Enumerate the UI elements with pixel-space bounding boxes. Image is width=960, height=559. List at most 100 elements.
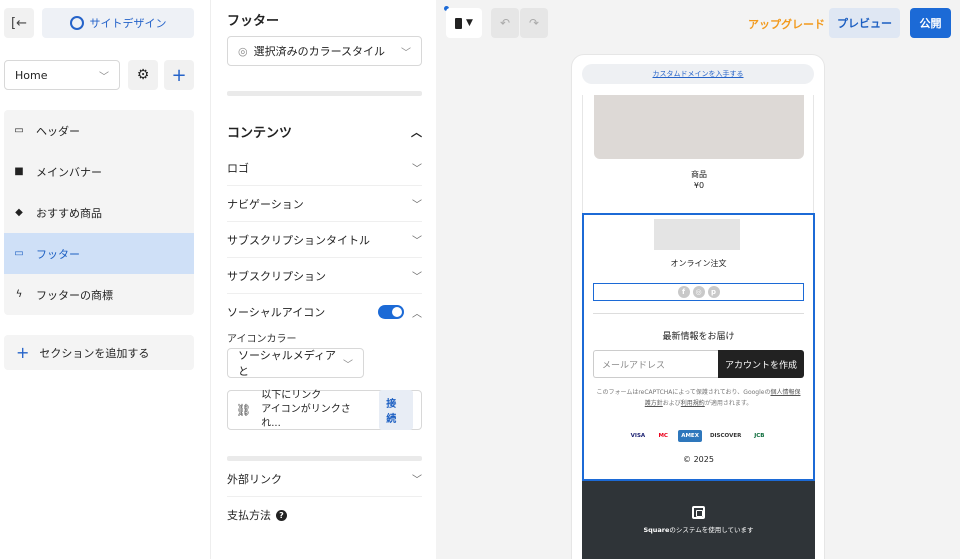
square-trademark-bar[interactable]: Squareのシステムを使用しています	[582, 481, 815, 559]
redo-button[interactable]: ↷	[520, 8, 548, 38]
link-box-text: 以下にリンク アイコンがリンクされ...	[261, 389, 369, 431]
sidebar-item-label: ヘッダー	[36, 124, 80, 138]
logo-placeholder[interactable]	[654, 219, 740, 250]
color-style-select[interactable]: ◎ 選択済みのカラースタイル ﹀	[227, 36, 422, 66]
online-order-link[interactable]: オンライン注文	[584, 258, 813, 269]
accordion-subscription[interactable]: サブスクリプション ﹀	[227, 258, 422, 294]
square-logo-icon	[692, 506, 705, 519]
settings-panel: フッター ◎ 選択済みのカラースタイル ﹀ コンテンツ ︿ ロゴ ﹀ ナビゲーシ…	[210, 0, 436, 559]
contents-heading: コンテンツ	[227, 126, 293, 141]
custom-domain-link[interactable]: カスタムドメインを入手する	[582, 64, 814, 84]
chevron-up-icon: ︿	[411, 125, 422, 139]
preview-button[interactable]: プレビュー	[829, 8, 900, 38]
product-name: 商品	[691, 170, 707, 179]
chevron-down-icon: ﹀	[412, 164, 422, 175]
accordion-label: ソーシャルアイコン	[227, 306, 326, 319]
page-select[interactable]: Home ﹀	[4, 60, 120, 90]
contents-accordion-header[interactable]: コンテンツ ︿	[227, 122, 422, 142]
copyright: © 2025	[683, 455, 714, 464]
instagram-icon[interactable]: ◎	[692, 286, 705, 298]
palette-icon: ◎	[238, 44, 248, 58]
add-page-button[interactable]: +	[164, 60, 194, 90]
sidebar-item-label: フッター	[36, 247, 80, 261]
chevron-down-icon: ﹀	[412, 200, 422, 211]
sidebar-item-featured-products[interactable]: ◆ おすすめ商品	[4, 192, 194, 233]
social-icons-block[interactable]: f ◎ p	[593, 283, 804, 301]
footer-section-selected[interactable]: オンライン注文 f ◎ p 最新情報をお届け メールアドレス アカウントを作成 …	[582, 213, 815, 481]
exit-panel-icon: [←	[11, 15, 27, 31]
accordion-label: サブスクリプション	[227, 269, 326, 283]
panel-title: フッター	[227, 14, 280, 29]
pinterest-icon[interactable]: p	[707, 286, 720, 298]
discover-icon: DISCOVER	[709, 433, 742, 439]
mobile-preview: カスタムドメインを入手する 商品 ¥0 オンライン注文 f ◎ p 最新情報をお…	[572, 55, 824, 559]
header-icon: ▭	[14, 125, 24, 136]
page-select-value: Home	[15, 68, 48, 82]
exit-panel-button[interactable]: [←	[4, 8, 34, 38]
email-field[interactable]: メールアドレス	[593, 350, 718, 378]
redo-icon: ↷	[528, 16, 540, 30]
icon-color-value: ソーシャルメディアと	[238, 349, 337, 378]
amex-icon: AMEX	[678, 430, 702, 442]
terms-link[interactable]: 利用規約	[681, 400, 705, 407]
undo-button[interactable]: ↶	[491, 8, 519, 38]
chevron-down-icon: ﹀	[412, 475, 422, 486]
bookmark-icon: ■	[14, 166, 24, 177]
accordion-external-links[interactable]: 外部リンク ﹀	[227, 461, 422, 497]
product-card[interactable]: 商品 ¥0	[582, 95, 814, 213]
square-suffix: のシステムを使用しています	[669, 526, 754, 534]
connect-button[interactable]: 接続	[379, 390, 413, 430]
device-select[interactable]: ▼	[446, 8, 482, 38]
link-icon: ⛓	[236, 403, 252, 417]
plus-icon: +	[171, 64, 187, 86]
section-divider	[227, 91, 422, 96]
accordion-social-icons[interactable]: ソーシャルアイコン ︿	[227, 294, 422, 330]
footer-icon: ▭	[14, 248, 24, 259]
accordion-label: ロゴ	[227, 161, 249, 175]
tag-icon: ◆	[15, 207, 23, 218]
icon-color-select[interactable]: ソーシャルメディアと ﹀	[227, 348, 364, 378]
accordion-label: ナビゲーション	[227, 197, 304, 211]
sidebar-item-footer[interactable]: ▭ フッター	[4, 233, 194, 274]
palette-icon	[69, 16, 84, 30]
accordion-label: 支払方法	[227, 509, 271, 522]
chevron-down-icon: ﹀	[99, 71, 109, 83]
accordion-label: サブスクリプションタイトル	[227, 233, 370, 247]
sidebar-item-label: メインバナー	[36, 165, 102, 179]
undo-icon: ↶	[499, 16, 511, 30]
gear-icon: ⚙	[136, 67, 150, 83]
section-list: ▭ ヘッダー ■ メインバナー ◆ おすすめ商品 ▭ フッター ϟ フッターの商…	[4, 110, 194, 315]
add-section-button[interactable]: + セクションを追加する	[4, 335, 194, 370]
create-account-button[interactable]: アカウントを作成	[718, 350, 804, 378]
social-link-box: ⛓ 以下にリンク アイコンがリンクされ... 接続	[227, 390, 422, 430]
sidebar-item-header[interactable]: ▭ ヘッダー	[4, 110, 194, 151]
footer-divider	[593, 313, 804, 314]
accordion-logo[interactable]: ロゴ ﹀	[227, 150, 422, 186]
upgrade-link[interactable]: アップグレード	[748, 16, 825, 32]
link-box-line2: アイコンがリンクされ...	[261, 404, 351, 429]
sidebar-item-main-banner[interactable]: ■ メインバナー	[4, 151, 194, 192]
newsletter-title: 最新情報をお届け	[662, 332, 735, 342]
square-trademark-text: Squareのシステムを使用しています	[643, 524, 753, 534]
chevron-down-icon: ﹀	[401, 47, 411, 59]
accordion-payment-methods[interactable]: 支払方法 ?	[227, 497, 422, 533]
accordion-navigation[interactable]: ナビゲーション ﹀	[227, 186, 422, 222]
accordion-subscription-title[interactable]: サブスクリプションタイトル ﹀	[227, 222, 422, 258]
chevron-down-icon: ﹀	[343, 359, 353, 371]
jcb-icon: JCB	[754, 433, 765, 439]
sidebar-item-label: おすすめ商品	[36, 206, 102, 220]
help-icon[interactable]: ?	[276, 509, 287, 521]
recaptcha-text-2: および	[662, 400, 681, 407]
sidebar-item-footer-trademark[interactable]: ϟ フッターの商標	[4, 274, 194, 315]
mobile-device-icon	[455, 17, 463, 29]
social-controls: ︿	[378, 305, 422, 320]
facebook-icon[interactable]: f	[677, 286, 690, 298]
page-settings-button[interactable]: ⚙	[128, 60, 158, 90]
add-section-label: セクションを追加する	[39, 346, 150, 360]
publish-button[interactable]: 公開	[910, 8, 951, 38]
social-icons-toggle[interactable]	[378, 305, 404, 319]
left-sidebar: [← サイトデザイン Home ﹀ ⚙ + ▭ ヘッダー ■ メインバナー ◆ …	[0, 0, 210, 559]
site-design-button[interactable]: サイトデザイン	[42, 8, 194, 38]
chevron-down-icon: ﹀	[412, 236, 422, 247]
product-price: ¥0	[693, 181, 705, 190]
